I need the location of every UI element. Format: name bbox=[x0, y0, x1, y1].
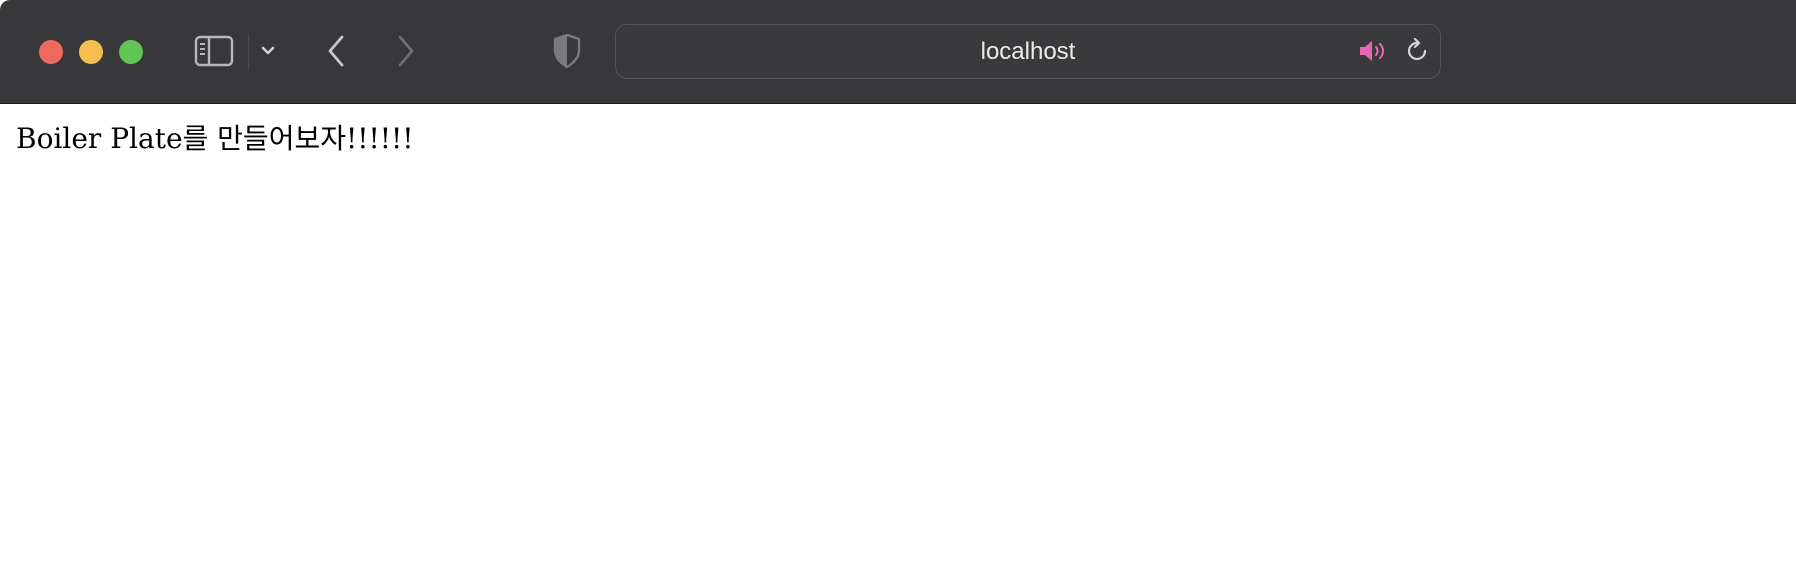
sidebar-icon bbox=[194, 35, 234, 67]
speaker-icon bbox=[1360, 41, 1384, 61]
browser-toolbar: localhost bbox=[0, 0, 1796, 104]
page-content: Boiler Plate를 만들어보자!!!!!! bbox=[0, 105, 1796, 580]
address-bar[interactable]: localhost bbox=[615, 24, 1441, 79]
close-window-button[interactable] bbox=[39, 40, 63, 64]
chevron-down-icon bbox=[261, 46, 275, 55]
sidebar-menu-button[interactable] bbox=[256, 38, 280, 64]
maximize-window-button[interactable] bbox=[119, 40, 143, 64]
toolbar-divider bbox=[248, 34, 249, 70]
page-heading: Boiler Plate를 만들어보자!!!!!! bbox=[16, 122, 414, 155]
url-text: localhost bbox=[980, 37, 1076, 65]
minimize-window-button[interactable] bbox=[79, 40, 103, 64]
sidebar-toggle-button[interactable] bbox=[194, 34, 234, 68]
shield-icon bbox=[553, 33, 581, 69]
chevron-left-icon bbox=[328, 35, 344, 67]
reload-button[interactable] bbox=[1402, 36, 1432, 66]
privacy-report-button[interactable] bbox=[551, 32, 583, 70]
reload-icon bbox=[1407, 38, 1427, 61]
forward-button[interactable] bbox=[392, 32, 420, 70]
mute-tab-button[interactable] bbox=[1358, 36, 1388, 66]
back-button[interactable] bbox=[322, 32, 350, 70]
browser-window: localhost Boiler Plate를 만들어보자!!!!!! bbox=[0, 0, 1796, 580]
chevron-right-icon bbox=[398, 35, 414, 67]
